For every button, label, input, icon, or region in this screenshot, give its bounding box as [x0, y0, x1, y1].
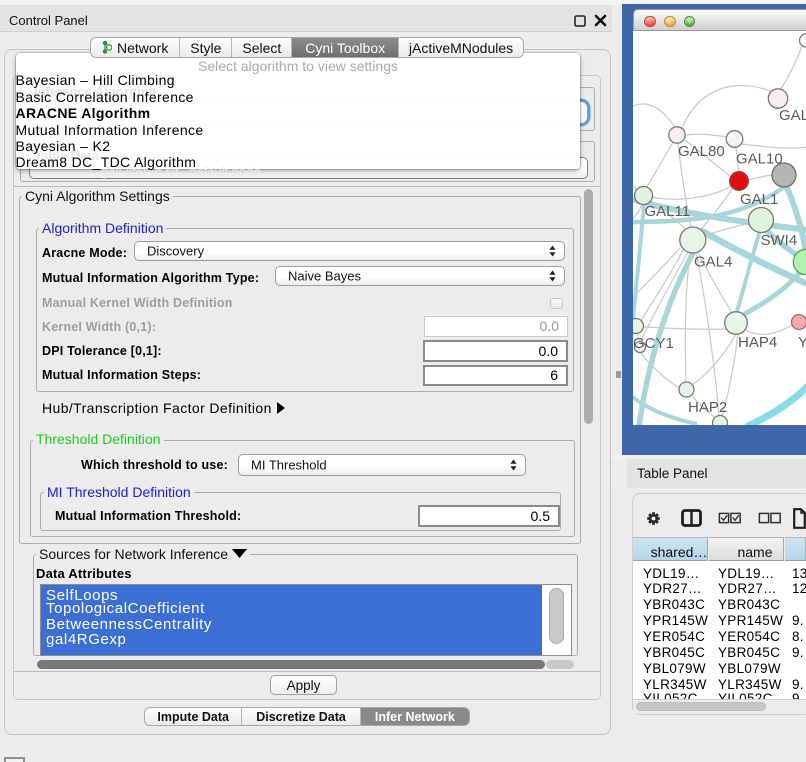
svg-text:HAP2: HAP2 [688, 399, 727, 416]
svg-text:GAL10: GAL10 [736, 151, 783, 168]
svg-text:SWI4: SWI4 [761, 232, 798, 249]
svg-text:GAL1: GAL1 [740, 191, 778, 208]
svg-text:YM: YM [798, 334, 806, 351]
svg-text:HAP4: HAP4 [738, 334, 777, 351]
svg-text:GCY1: GCY1 [633, 335, 674, 352]
svg-text:GAL11: GAL11 [645, 203, 691, 220]
svg-text:GAL4: GAL4 [694, 254, 732, 271]
svg-text:GAL80: GAL80 [678, 143, 725, 160]
svg-text:GAL7: GAL7 [779, 107, 806, 124]
